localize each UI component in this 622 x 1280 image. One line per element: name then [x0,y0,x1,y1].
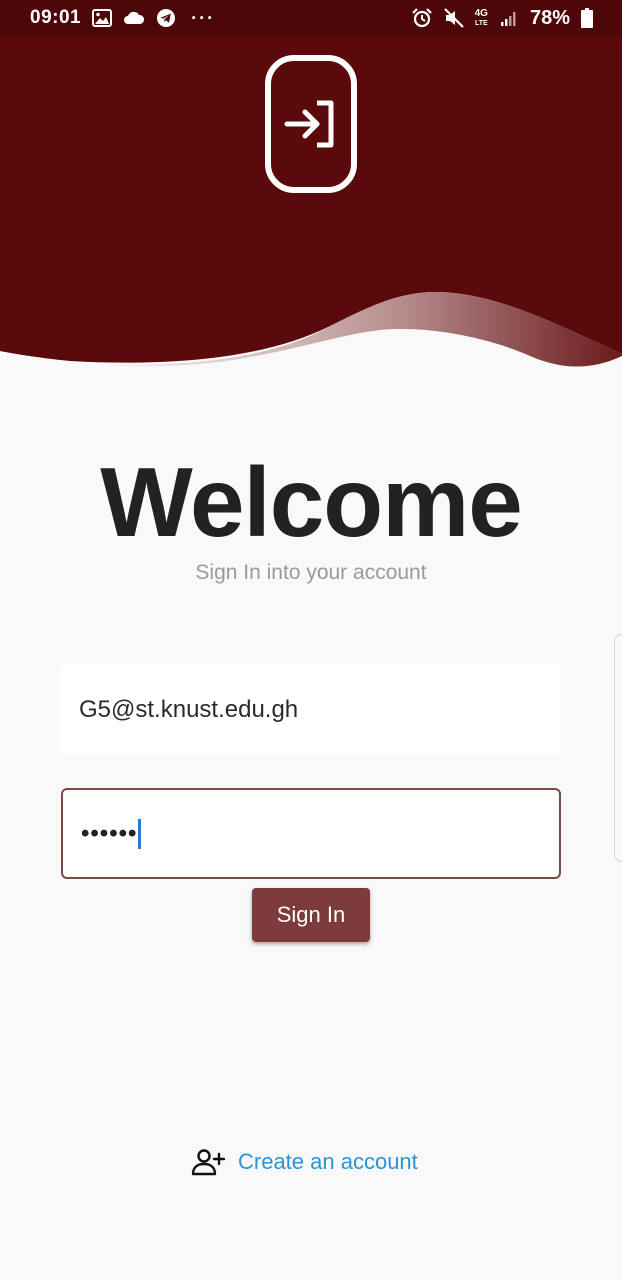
battery-level: 78% [529,6,570,29]
status-time: 09:01 [30,7,82,28]
login-icon [265,55,357,193]
signal-icon [498,7,520,29]
email-value: G5@st.knust.edu.gh [79,696,299,723]
network-type: 4G [474,7,488,19]
email-field[interactable]: G5@st.knust.edu.gh [61,664,561,756]
battery-icon [580,7,594,29]
cloud-icon [123,7,145,29]
network-subtype: LTE [474,19,488,27]
welcome-subtitle: Sign In into your account [195,561,427,584]
sign-in-button[interactable]: Sign In [252,888,370,942]
person-add-icon [190,1148,226,1176]
password-field[interactable]: •••••• [61,788,561,879]
network-indicator: 4G LTE [474,7,488,28]
more-dots-icon: ··· [191,7,216,28]
status-bar: 09:01 ··· 4G LTE 78% [0,0,622,36]
status-bar-left: 09:01 ··· [30,7,215,29]
telegram-icon [155,7,177,29]
welcome-title: Welcome [100,447,522,557]
password-value: •••••• [81,819,138,847]
edge-panel-handle[interactable] [614,634,622,862]
create-account-label: Create an account [238,1149,418,1174]
gallery-icon [91,7,113,29]
alarm-icon [411,7,433,29]
create-account-link[interactable]: Create an account [190,1142,418,1182]
status-bar-right: 4G LTE 78% [411,7,594,30]
text-cursor [138,818,142,849]
mute-icon [443,7,465,29]
